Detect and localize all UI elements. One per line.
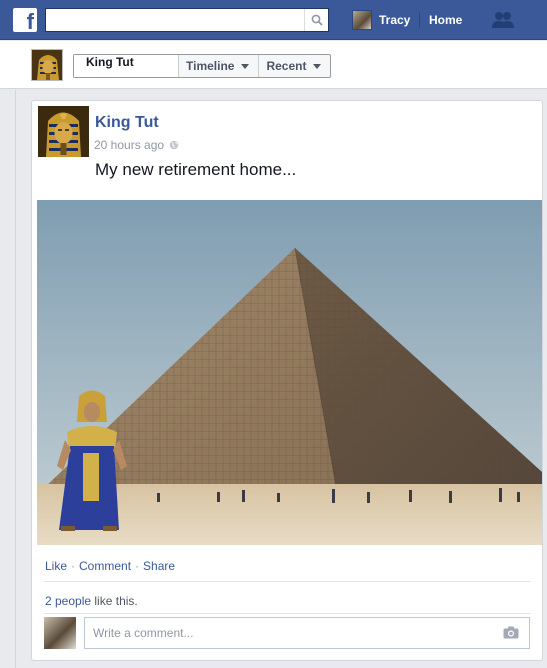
camera-icon[interactable] bbox=[503, 626, 519, 639]
likes-summary: 2 people like this. bbox=[45, 594, 138, 608]
post-card: King Tut 20 hours ago My new retirement … bbox=[31, 100, 543, 661]
comment-link[interactable]: Comment bbox=[79, 559, 131, 573]
likes-suffix: like this. bbox=[94, 594, 138, 608]
nav-divider bbox=[419, 12, 420, 28]
post-photo[interactable] bbox=[37, 200, 542, 545]
timeline-rail bbox=[0, 90, 16, 668]
comment-input[interactable] bbox=[85, 618, 485, 648]
action-separator: · bbox=[71, 559, 76, 573]
recent-dropdown-label: Recent bbox=[266, 59, 307, 73]
chevron-down-icon bbox=[313, 63, 322, 69]
timeline-dropdown-label: Timeline bbox=[186, 59, 235, 73]
post-actions: Like · Comment · Share bbox=[45, 559, 175, 573]
post-author-name[interactable]: King Tut bbox=[95, 114, 159, 132]
divider bbox=[44, 613, 531, 614]
timeline-header-bar: King Tut Timeline Recent bbox=[0, 41, 547, 89]
action-separator: · bbox=[135, 559, 140, 573]
comment-box bbox=[84, 617, 530, 649]
chevron-down-icon bbox=[241, 63, 250, 69]
post-text: My new retirement home... bbox=[95, 160, 297, 179]
search-icon bbox=[311, 14, 323, 26]
post-meta: 20 hours ago bbox=[94, 138, 179, 152]
timeline-nav-group: King Tut Timeline Recent bbox=[73, 54, 332, 78]
share-link[interactable]: Share bbox=[143, 559, 175, 573]
top-navigation-bar: f Tracy Home bbox=[0, 0, 547, 40]
user-name: Tracy bbox=[379, 13, 411, 27]
user-profile-link[interactable]: Tracy bbox=[352, 10, 410, 30]
profile-thumbnail[interactable] bbox=[31, 49, 63, 81]
search-box bbox=[45, 8, 329, 32]
timeline-dropdown[interactable]: Timeline bbox=[179, 55, 260, 77]
like-link[interactable]: Like bbox=[45, 559, 67, 573]
divider bbox=[44, 581, 531, 582]
facebook-logo[interactable]: f bbox=[13, 8, 37, 32]
likers-link[interactable]: 2 people bbox=[45, 594, 91, 608]
globe-icon[interactable] bbox=[169, 140, 179, 150]
user-avatar bbox=[352, 10, 372, 30]
post-timestamp[interactable]: 20 hours ago bbox=[94, 138, 164, 152]
post-author-avatar[interactable] bbox=[38, 106, 89, 157]
commenter-avatar bbox=[44, 617, 76, 649]
recent-dropdown[interactable]: Recent bbox=[259, 55, 330, 77]
home-link[interactable]: Home bbox=[429, 13, 462, 27]
search-button[interactable] bbox=[304, 9, 328, 31]
friend-requests-icon[interactable] bbox=[491, 10, 515, 30]
profile-name-button[interactable]: King Tut bbox=[74, 55, 179, 77]
search-input[interactable] bbox=[46, 9, 296, 31]
